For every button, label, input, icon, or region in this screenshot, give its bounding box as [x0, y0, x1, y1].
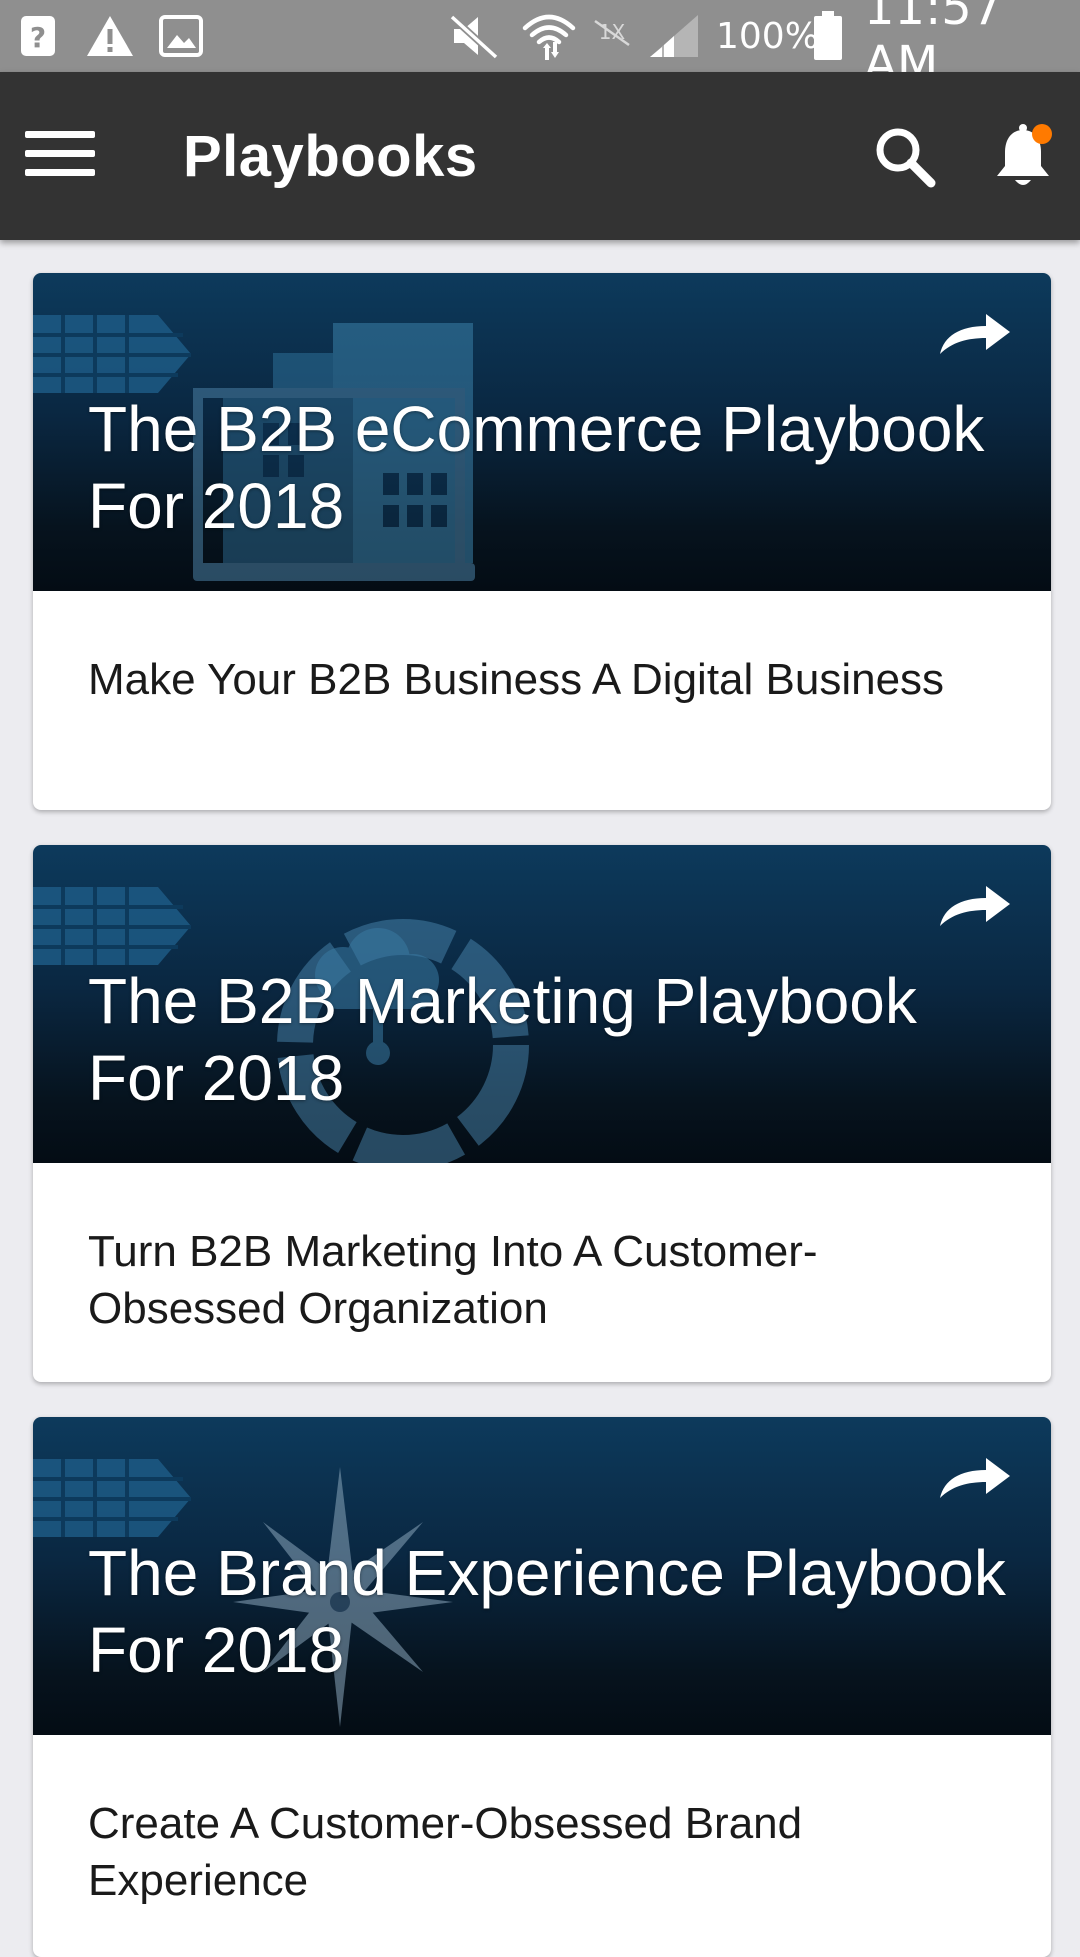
share-arrow-icon	[938, 882, 1012, 933]
playbook-subtitle: Create A Customer-Obsessed Brand Experie…	[88, 1799, 803, 1905]
card-body: Make Your B2B Business A Digital Busines…	[33, 591, 1051, 708]
unknown-notification-icon: ?	[18, 0, 58, 72]
status-bar: ? 1X	[0, 0, 1080, 92]
notification-dot	[1032, 123, 1052, 144]
svg-text:?: ?	[30, 21, 46, 54]
search-button[interactable]	[862, 116, 948, 202]
signal-icon	[646, 0, 702, 72]
bell-icon	[991, 122, 1055, 197]
no-data-icon: 1X	[590, 0, 634, 72]
playbook-card[interactable]: The B2B Marketing Playbook For 2018 Turn…	[33, 845, 1051, 1382]
clock: 11:57 AM	[864, 0, 1003, 92]
playbook-card[interactable]: The Brand Experience Playbook For 2018 C…	[33, 1417, 1051, 1957]
card-hero: The B2B Marketing Playbook For 2018	[33, 845, 1051, 1163]
playbook-title: The B2B eCommerce Playbook For 2018	[88, 393, 985, 542]
card-body: Turn B2B Marketing Into A Customer-Obses…	[33, 1163, 1051, 1337]
playbook-subtitle: Make Your B2B Business A Digital Busines…	[88, 655, 945, 704]
image-icon	[158, 0, 204, 72]
share-arrow-icon	[938, 310, 1012, 361]
menu-button[interactable]	[20, 120, 100, 192]
share-arrow-icon	[938, 1454, 1012, 1505]
app-bar: Playbooks	[0, 72, 1080, 240]
share-button[interactable]	[935, 1451, 1015, 1507]
battery-percent: 100%	[716, 15, 819, 57]
card-hero: The Brand Experience Playbook For 2018	[33, 1417, 1051, 1735]
playbook-title: The Brand Experience Playbook For 2018	[88, 1537, 1006, 1686]
wifi-icon	[520, 0, 578, 72]
playbook-title: The B2B Marketing Playbook For 2018	[88, 965, 917, 1114]
warning-icon	[84, 0, 136, 72]
card-body: Create A Customer-Obsessed Brand Experie…	[33, 1735, 1051, 1909]
menu-icon	[25, 129, 95, 184]
search-icon	[873, 125, 937, 194]
page-title: Playbooks	[183, 123, 478, 189]
mute-icon	[446, 0, 502, 72]
playbook-subtitle: Turn B2B Marketing Into A Customer-Obses…	[88, 1227, 818, 1333]
notifications-button[interactable]	[980, 116, 1066, 202]
share-button[interactable]	[935, 879, 1015, 935]
card-hero: The B2B eCommerce Playbook For 2018	[33, 273, 1051, 591]
battery-icon	[812, 0, 844, 72]
playbook-card[interactable]: The B2B eCommerce Playbook For 2018 Make…	[33, 273, 1051, 810]
share-button[interactable]	[935, 307, 1015, 363]
